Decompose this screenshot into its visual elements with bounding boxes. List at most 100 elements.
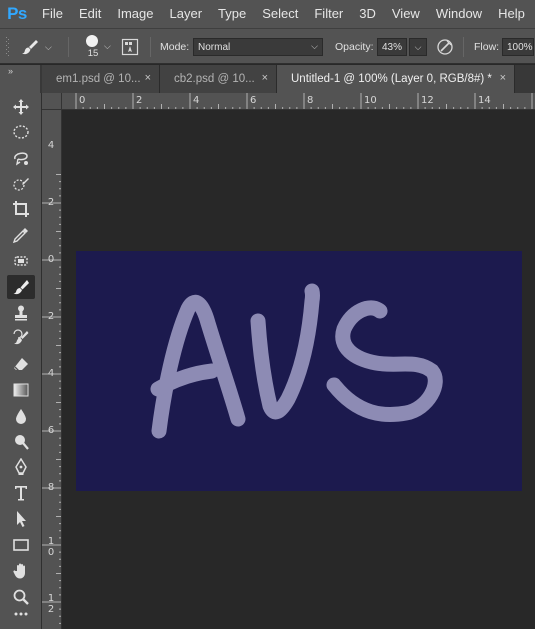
- panel-collapse-toggle[interactable]: »: [0, 65, 40, 93]
- history-brush-tool-icon: [13, 329, 29, 345]
- ruler-origin[interactable]: [42, 93, 62, 110]
- menu-type[interactable]: Type: [210, 0, 254, 28]
- zoom-tool[interactable]: [7, 585, 35, 609]
- brush-tip-preview-icon: [86, 35, 98, 47]
- chevron-down-icon[interactable]: ⌵: [104, 41, 111, 52]
- brush-tool[interactable]: [7, 275, 35, 299]
- mode-label: Mode:: [160, 41, 190, 53]
- mode-select[interactable]: Normal ⌵: [193, 38, 323, 56]
- blur-tool-icon: [16, 409, 26, 424]
- double-chevron-icon: »: [8, 66, 14, 76]
- flow-label: Flow:: [474, 41, 500, 53]
- more-tools-icon: [14, 612, 28, 616]
- vertical-ruler[interactable]: 4 2 0 2 4 6 8 1 0 1 2: [42, 110, 62, 629]
- brush-size-picker[interactable]: 15: [78, 29, 118, 65]
- pressure-opacity-toggle[interactable]: [436, 29, 458, 65]
- menu-file[interactable]: File: [34, 0, 71, 28]
- ruler-tick-label: 4: [47, 140, 55, 151]
- path-selection-tool[interactable]: [7, 507, 35, 531]
- crop-tool[interactable]: [7, 197, 35, 221]
- menu-bar: Ps File Edit Image Layer Type Select Fil…: [0, 0, 535, 28]
- opacity-value: 43%: [382, 41, 403, 53]
- horizontal-ruler[interactable]: 0 2 4 6 8 10 12 14: [62, 93, 535, 110]
- flow-input[interactable]: 100%: [502, 38, 534, 56]
- blur-tool[interactable]: [7, 404, 35, 428]
- ruler-tick-label: 8: [307, 95, 314, 106]
- brush-size-value: 15: [87, 48, 99, 59]
- menu-help[interactable]: Help: [490, 0, 533, 28]
- spot-healing-tool[interactable]: [7, 249, 35, 273]
- ruler-tick-label: 6: [47, 425, 55, 436]
- doc-tab-untitled-1[interactable]: Untitled-1 @ 100% (Layer 0, RGB/8#) * ×: [277, 65, 515, 93]
- options-grip[interactable]: [6, 29, 14, 65]
- doc-tab-label: em1.psd @ 10...: [56, 73, 141, 85]
- quick-selection-tool[interactable]: [7, 172, 35, 196]
- mode-select-wrap: Normal ⌵: [193, 29, 323, 65]
- more-tools-button[interactable]: [7, 611, 35, 627]
- doc-tab-label: cb2.psd @ 10...: [174, 73, 255, 85]
- ruler-tick-label: 0: [79, 95, 86, 106]
- type-tool-icon: [15, 486, 27, 501]
- menu-3d[interactable]: 3D: [351, 0, 384, 28]
- ruler-tick-label: 1 0: [47, 536, 55, 558]
- menu-layer[interactable]: Layer: [162, 0, 211, 28]
- opacity-slider-toggle[interactable]: ⌵: [409, 38, 427, 56]
- mode-value: Normal: [198, 41, 231, 53]
- gradient-tool-icon: [13, 383, 29, 397]
- ruler-tick-label: 2: [47, 197, 55, 208]
- rectangle-tool-icon: [13, 539, 29, 551]
- ruler-tick-label: 2: [136, 95, 143, 106]
- brush-tool-icon: [13, 280, 29, 295]
- mode-label-wrap: Mode:: [160, 29, 189, 65]
- ellipse-marquee-tool-icon: [13, 125, 29, 139]
- eyedropper-tool-icon: [12, 228, 28, 244]
- menu-edit[interactable]: Edit: [71, 0, 109, 28]
- eyedropper-tool[interactable]: [7, 223, 35, 247]
- pressure-opacity-icon: [437, 39, 453, 55]
- ellipse-marquee-tool[interactable]: [7, 120, 35, 144]
- menu-view[interactable]: View: [384, 0, 428, 28]
- type-tool[interactable]: [7, 481, 35, 505]
- eraser-tool[interactable]: [7, 352, 35, 376]
- menu-select[interactable]: Select: [254, 0, 306, 28]
- hand-tool[interactable]: [7, 559, 35, 583]
- ruler-tick-label: 4: [193, 95, 200, 106]
- flow-field-wrap: 100%: [502, 29, 534, 65]
- rectangle-tool[interactable]: [7, 533, 35, 557]
- menu-image[interactable]: Image: [109, 0, 161, 28]
- menu-filter[interactable]: Filter: [306, 0, 351, 28]
- grip-icon: [6, 37, 9, 56]
- history-brush-tool[interactable]: [7, 326, 35, 350]
- divider: [68, 37, 69, 57]
- lasso-tool[interactable]: [7, 146, 35, 170]
- doc-tab-em1[interactable]: em1.psd @ 10... ×: [42, 65, 160, 93]
- close-icon[interactable]: ×: [500, 72, 506, 84]
- flow-value: 100%: [507, 41, 533, 53]
- tool-preset-picker[interactable]: ⌵: [20, 29, 60, 65]
- eraser-tool-icon: [14, 358, 28, 372]
- brush-preset-icon: [22, 40, 38, 55]
- gradient-tool[interactable]: [7, 378, 35, 402]
- opacity-input[interactable]: 43%: [377, 38, 407, 56]
- menu-window[interactable]: Window: [428, 0, 490, 28]
- document-tab-strip: » em1.psd @ 10... × cb2.psd @ 10... × Un…: [0, 65, 535, 93]
- clone-stamp-tool[interactable]: [7, 301, 35, 325]
- painted-strokes: [150, 283, 443, 439]
- tools-panel: [0, 93, 42, 629]
- ruler-tick-label: 1 2: [47, 593, 55, 615]
- lasso-tool-icon: [14, 152, 28, 166]
- document-canvas[interactable]: [76, 251, 522, 491]
- doc-tab-cb2[interactable]: cb2.psd @ 10... ×: [160, 65, 277, 93]
- photoshop-logo[interactable]: Ps: [0, 0, 34, 28]
- clone-stamp-tool-icon: [15, 305, 27, 321]
- close-icon[interactable]: ×: [145, 72, 151, 84]
- dodge-tool[interactable]: [7, 430, 35, 454]
- stroke-letter-s: [326, 300, 443, 423]
- ruler-tick-label: 2: [47, 311, 55, 322]
- move-tool[interactable]: [7, 95, 35, 119]
- brush-panel-icon: [121, 38, 139, 56]
- close-icon[interactable]: ×: [262, 72, 268, 84]
- pen-tool[interactable]: [7, 455, 35, 479]
- brush-panel-toggle[interactable]: [121, 29, 143, 65]
- ruler-tick-label: 14: [478, 95, 491, 106]
